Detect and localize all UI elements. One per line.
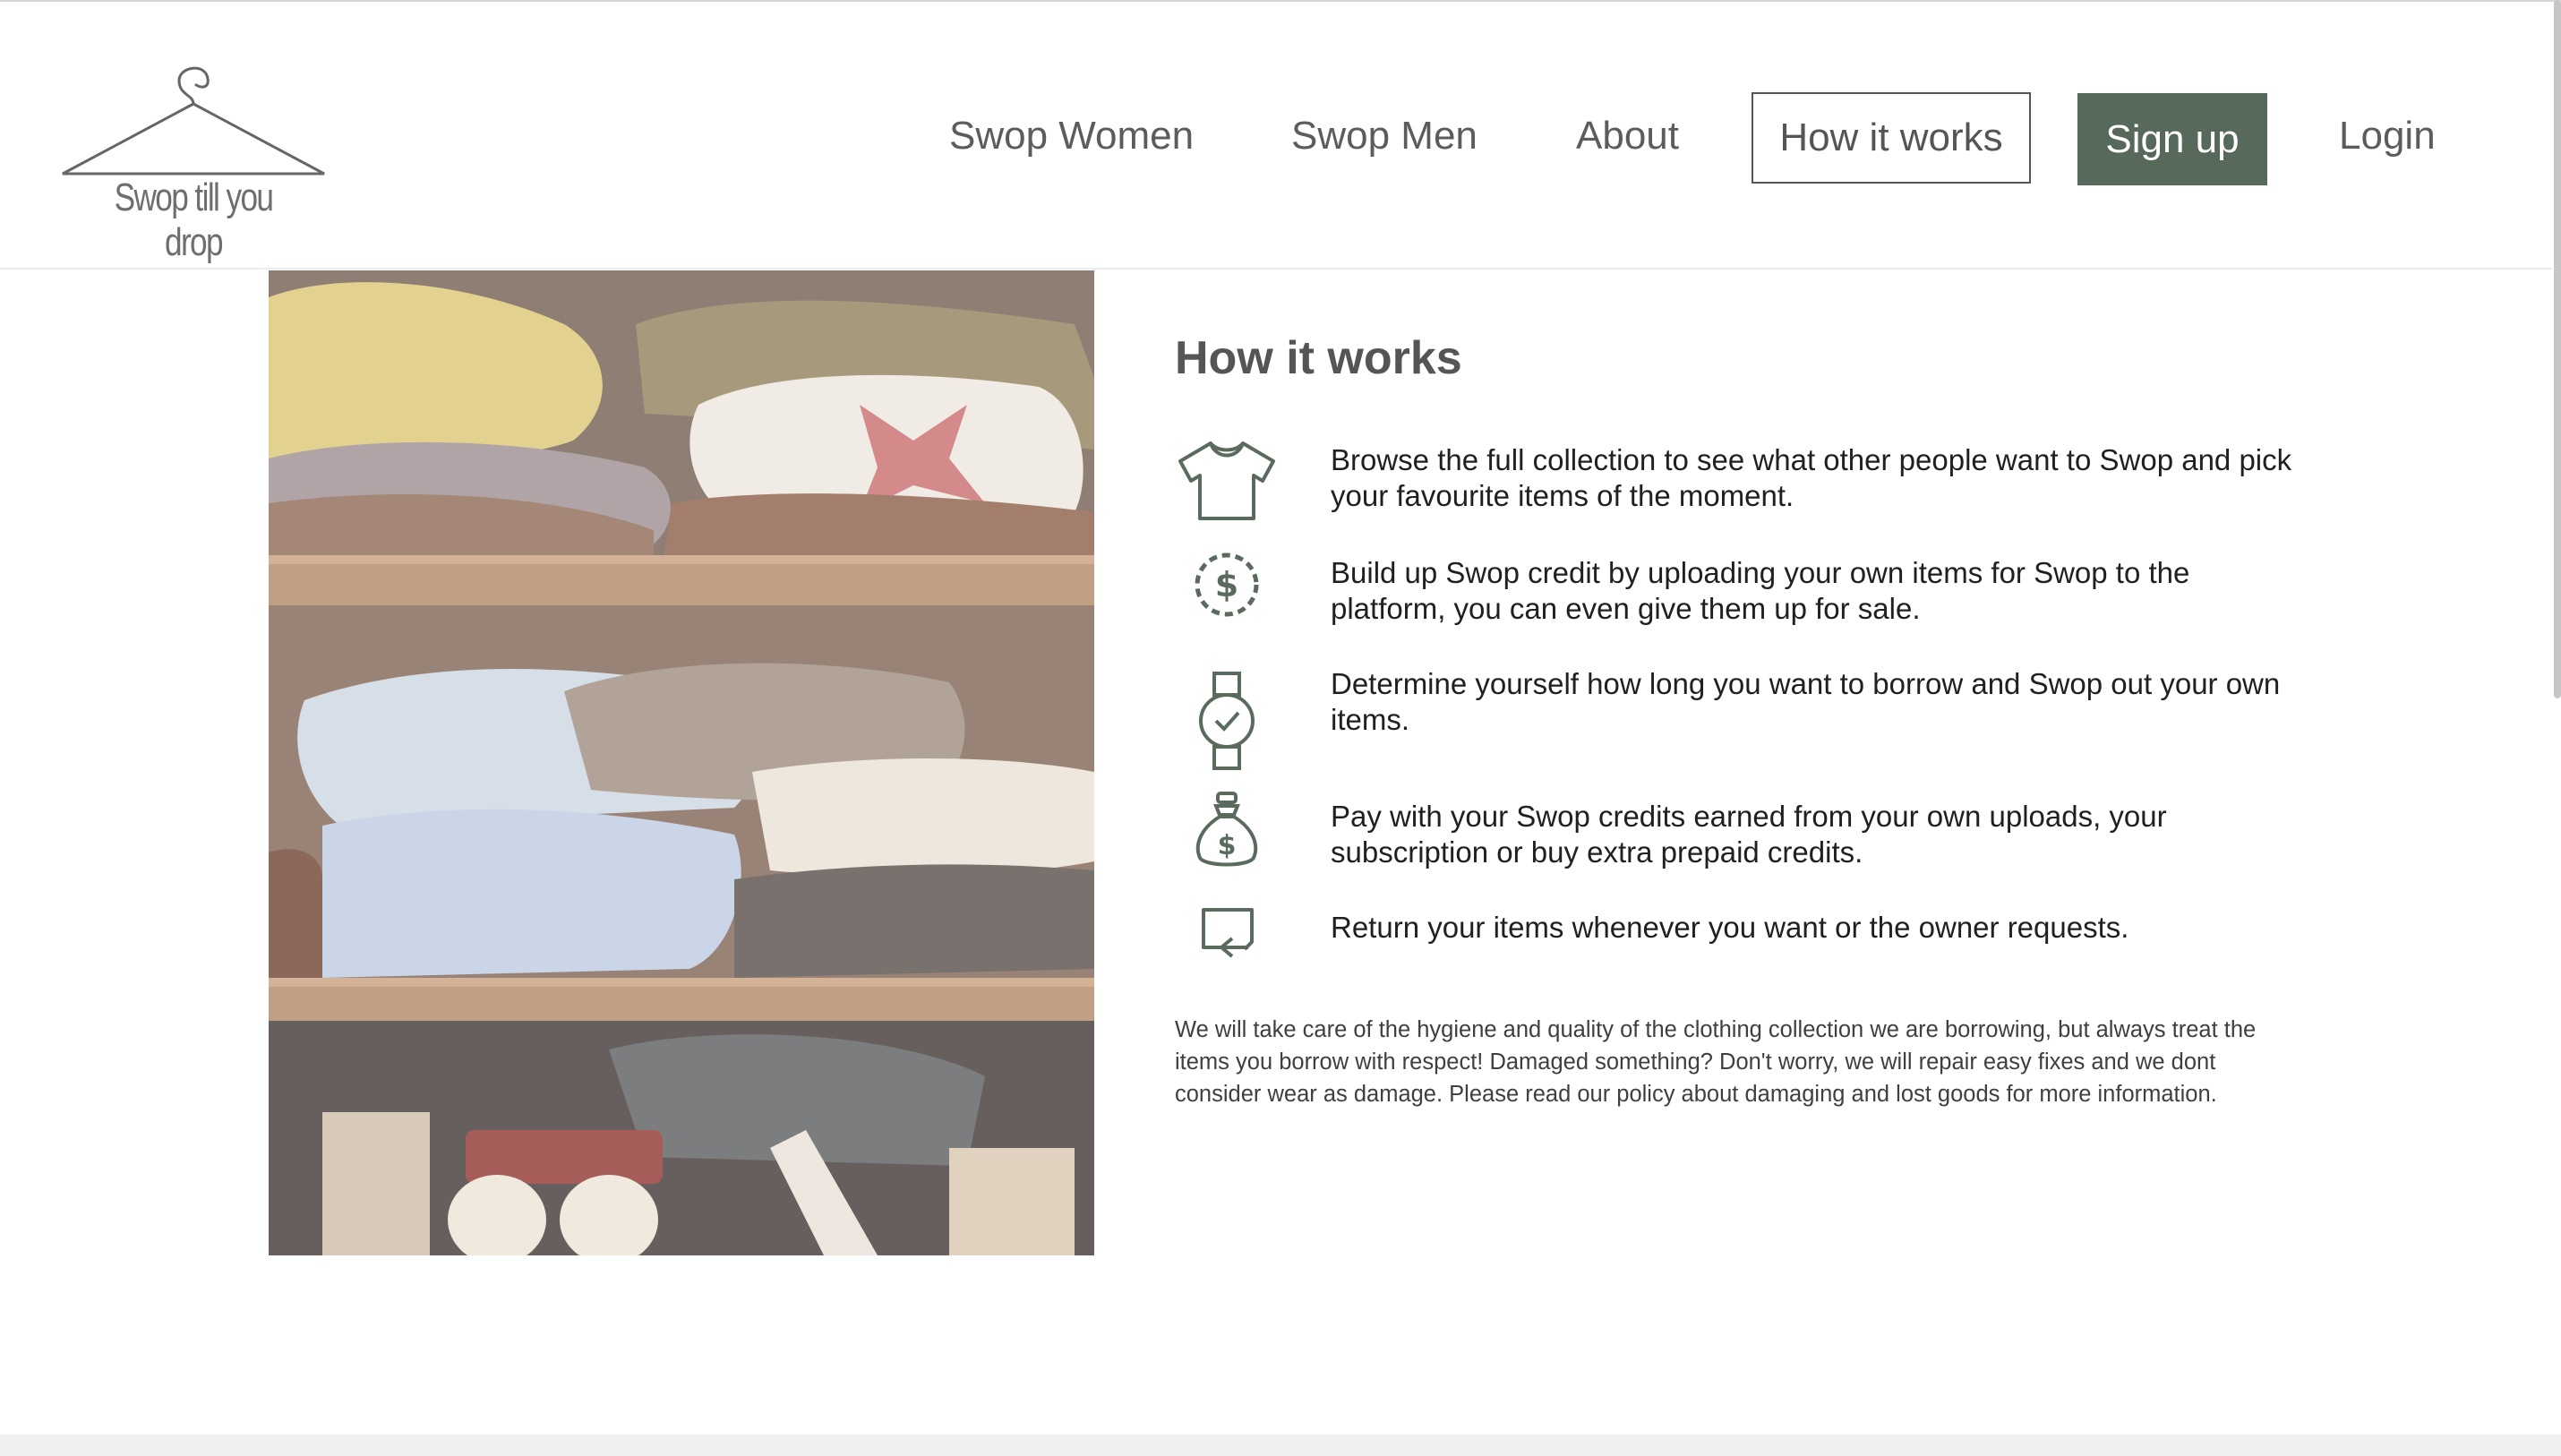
site-logo[interactable]: Swop till you drop bbox=[59, 43, 328, 264]
step-text: Build up Swop credit by uploading your o… bbox=[1331, 556, 2190, 625]
logo-text: Swop till you drop bbox=[114, 176, 274, 264]
nav-swop-women[interactable]: Swop Women bbox=[949, 109, 1194, 163]
step-text: Browse the full collection to see what o… bbox=[1331, 443, 2292, 512]
sign-up-button[interactable]: Sign up bbox=[2077, 93, 2267, 185]
page-title: How it works bbox=[1175, 331, 1462, 384]
nav-about[interactable]: About bbox=[1576, 109, 1679, 163]
nav-login[interactable]: Login bbox=[2339, 109, 2436, 163]
scrollbar[interactable] bbox=[2554, 0, 2561, 698]
step-text: Determine yourself how long you want to … bbox=[1331, 667, 2281, 736]
return-arrow-icon bbox=[1175, 901, 1279, 964]
wristwatch-icon bbox=[1175, 668, 1279, 774]
wardrobe-image bbox=[269, 270, 1094, 1255]
hanger-icon bbox=[62, 66, 325, 176]
money-bag-icon: $ bbox=[1175, 790, 1279, 870]
nav-how-it-works[interactable]: How it works bbox=[1752, 92, 2031, 184]
dollar-coin-icon: $ bbox=[1175, 550, 1279, 620]
step-text: Pay with your Swop credits earned from y… bbox=[1331, 800, 2167, 869]
svg-text:$: $ bbox=[1218, 830, 1237, 861]
nav-swop-men[interactable]: Swop Men bbox=[1291, 109, 1478, 163]
site-header: Swop till you drop Swop Women Swop Men A… bbox=[0, 2, 2552, 270]
t-shirt-icon bbox=[1175, 440, 1279, 522]
footer-bar bbox=[0, 1435, 2561, 1456]
svg-text:$: $ bbox=[1215, 565, 1238, 604]
image-overlay bbox=[269, 270, 1094, 1255]
step-text: Return your items whenever you want or t… bbox=[1331, 911, 2129, 944]
care-note: We will take care of the hygiene and qua… bbox=[1175, 1016, 2257, 1107]
